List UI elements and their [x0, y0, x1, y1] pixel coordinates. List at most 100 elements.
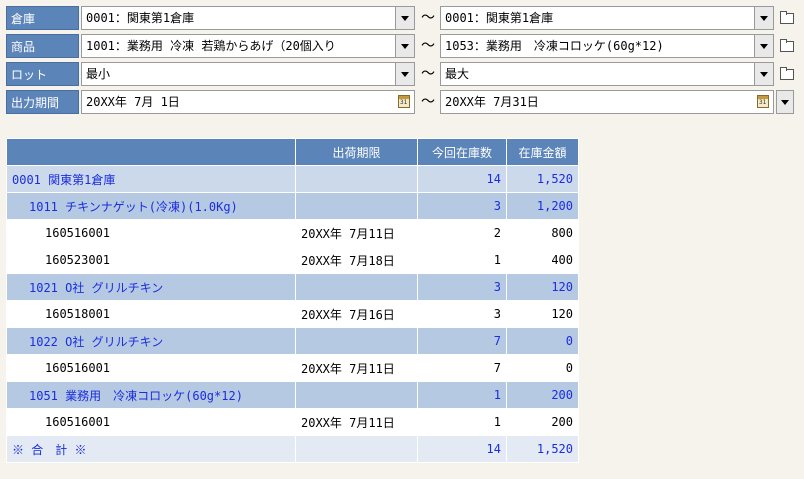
- table-row[interactable]: 1021 O社 グリルチキン 3 120: [6, 273, 579, 301]
- product-label: 商品: [6, 34, 79, 58]
- filter-row-lot: ロット 最小 ～ 最大: [6, 62, 804, 90]
- warehouse-from-select[interactable]: 0001：関東第1倉庫: [81, 6, 415, 30]
- warehouse-label: 倉庫: [6, 6, 79, 30]
- lot-label: ロット: [6, 62, 79, 86]
- cell-ship-deadline: 20XX年 7月16日: [295, 300, 418, 328]
- lot-from-value: 最小: [86, 67, 111, 81]
- cell-stock-qty: 2: [417, 219, 507, 247]
- filter-row-product: 商品 1001：業務用 冷凍 若鶏からあげ（20個入り ～ 1053：業務用 冷…: [6, 34, 804, 62]
- chevron-down-icon[interactable]: [754, 35, 773, 57]
- cell-stock-amount: 1,520: [506, 435, 579, 463]
- lot-to-select[interactable]: 最大: [440, 62, 774, 86]
- warehouse-from-value: 0001：関東第1倉庫: [86, 11, 195, 25]
- warehouse-to-value: 0001：関東第1倉庫: [445, 11, 554, 25]
- chevron-down-icon[interactable]: [395, 35, 414, 57]
- cell-ship-deadline: 20XX年 7月11日: [295, 354, 418, 382]
- range-separator: ～: [421, 94, 435, 110]
- col-header-ship-deadline: 出荷期限: [295, 138, 418, 166]
- filter-row-period: 出力期間 20XX年 7月 1日 ～ 20XX年 7月31日: [6, 90, 804, 118]
- product-from-select[interactable]: 1001：業務用 冷凍 若鶏からあげ（20個入り: [81, 34, 415, 58]
- cell-name: 160516001: [6, 219, 296, 247]
- cell-stock-qty: 1: [417, 246, 507, 274]
- warehouse-to-select[interactable]: 0001：関東第1倉庫: [440, 6, 774, 30]
- folder-icon[interactable]: [779, 10, 794, 24]
- cell-stock-amount: 120: [506, 273, 579, 301]
- table-row[interactable]: 160523001 20XX年 7月18日 1 400: [6, 246, 579, 274]
- period-to-value: 20XX年 7月31日: [445, 95, 539, 109]
- cell-name: 1011 チキンナゲット(冷凍)(1.0Kg): [6, 192, 296, 220]
- cell-name: 160516001: [6, 354, 296, 382]
- period-dropdown-button[interactable]: [776, 90, 794, 114]
- cell-stock-qty: 1: [417, 408, 507, 436]
- period-from-input[interactable]: 20XX年 7月 1日: [81, 90, 415, 114]
- table-row[interactable]: 160516001 20XX年 7月11日 7 0: [6, 354, 579, 382]
- product-to-value: 1053：業務用 冷凍コロッケ(60g*12): [445, 39, 664, 53]
- cell-name: 160518001: [6, 300, 296, 328]
- table-header-row: 出荷期限 今回在庫数 在庫金額: [6, 138, 579, 166]
- cell-name: 0001 関東第1倉庫: [6, 165, 296, 193]
- chevron-down-icon[interactable]: [395, 63, 414, 85]
- filter-row-warehouse: 倉庫 0001：関東第1倉庫 ～ 0001：関東第1倉庫: [6, 6, 804, 34]
- cell-name: 160523001: [6, 246, 296, 274]
- col-header-stock-qty: 今回在庫数: [417, 138, 507, 166]
- folder-icon[interactable]: [779, 38, 794, 52]
- range-separator: ～: [421, 10, 435, 26]
- cell-name: 1021 O社 グリルチキン: [6, 273, 296, 301]
- cell-stock-amount: 400: [506, 246, 579, 274]
- period-from-value: 20XX年 7月 1日: [86, 95, 180, 109]
- cell-name: 160516001: [6, 408, 296, 436]
- cell-stock-qty: 3: [417, 300, 507, 328]
- cell-stock-amount: 1,200: [506, 192, 579, 220]
- cell-ship-deadline: 20XX年 7月11日: [295, 408, 418, 436]
- table-row[interactable]: ※ 合 計 ※ 14 1,520: [6, 435, 579, 463]
- lot-from-select[interactable]: 最小: [81, 62, 415, 86]
- col-header-name: [6, 138, 296, 166]
- cell-stock-qty: 14: [417, 165, 507, 193]
- period-label: 出力期間: [6, 90, 79, 114]
- folder-icon[interactable]: [779, 66, 794, 80]
- table-row[interactable]: 160516001 20XX年 7月11日 1 200: [6, 408, 579, 436]
- period-to-input[interactable]: 20XX年 7月31日: [440, 90, 774, 114]
- cell-stock-qty: 14: [417, 435, 507, 463]
- chevron-down-icon[interactable]: [754, 63, 773, 85]
- filter-panel: 倉庫 0001：関東第1倉庫 ～ 0001：関東第1倉庫 商品 1001：業務用…: [6, 6, 804, 118]
- product-from-value: 1001：業務用 冷凍 若鶏からあげ（20個入り: [86, 39, 336, 53]
- calendar-icon[interactable]: [757, 95, 769, 108]
- range-separator: ～: [421, 38, 435, 54]
- cell-stock-qty: 3: [417, 273, 507, 301]
- cell-ship-deadline: 20XX年 7月18日: [295, 246, 418, 274]
- table-row[interactable]: 1051 業務用 冷凍コロッケ(60g*12) 1 200: [6, 381, 579, 409]
- table-row[interactable]: 1011 チキンナゲット(冷凍)(1.0Kg) 3 1,200: [6, 192, 579, 220]
- cell-stock-qty: 1: [417, 381, 507, 409]
- chevron-down-icon[interactable]: [754, 7, 773, 29]
- cell-ship-deadline: [295, 381, 418, 409]
- cell-name: 1051 業務用 冷凍コロッケ(60g*12): [6, 381, 296, 409]
- product-to-select[interactable]: 1053：業務用 冷凍コロッケ(60g*12): [440, 34, 774, 58]
- cell-stock-amount: 120: [506, 300, 579, 328]
- table-row[interactable]: 1022 O社 グリルチキン 7 0: [6, 327, 579, 355]
- table-row[interactable]: 0001 関東第1倉庫 14 1,520: [6, 165, 579, 193]
- cell-ship-deadline: [295, 327, 418, 355]
- cell-stock-amount: 200: [506, 381, 579, 409]
- cell-stock-amount: 0: [506, 327, 579, 355]
- calendar-icon[interactable]: [398, 95, 410, 108]
- inventory-table: 出荷期限 今回在庫数 在庫金額 0001 関東第1倉庫 14 1,520 1011 チ…: [6, 138, 579, 463]
- cell-stock-qty: 7: [417, 354, 507, 382]
- cell-stock-amount: 800: [506, 219, 579, 247]
- table-row[interactable]: 160518001 20XX年 7月16日 3 120: [6, 300, 579, 328]
- cell-name: 1022 O社 グリルチキン: [6, 327, 296, 355]
- cell-stock-amount: 1,520: [506, 165, 579, 193]
- cell-ship-deadline: [295, 165, 418, 193]
- cell-ship-deadline: [295, 273, 418, 301]
- cell-stock-qty: 7: [417, 327, 507, 355]
- table-row[interactable]: 160516001 20XX年 7月11日 2 800: [6, 219, 579, 247]
- cell-ship-deadline: [295, 435, 418, 463]
- cell-name: ※ 合 計 ※: [6, 435, 296, 463]
- cell-ship-deadline: 20XX年 7月11日: [295, 219, 418, 247]
- chevron-down-icon[interactable]: [395, 7, 414, 29]
- col-header-stock-amount: 在庫金額: [506, 138, 579, 166]
- cell-ship-deadline: [295, 192, 418, 220]
- cell-stock-amount: 0: [506, 354, 579, 382]
- range-separator: ～: [421, 66, 435, 82]
- cell-stock-qty: 3: [417, 192, 507, 220]
